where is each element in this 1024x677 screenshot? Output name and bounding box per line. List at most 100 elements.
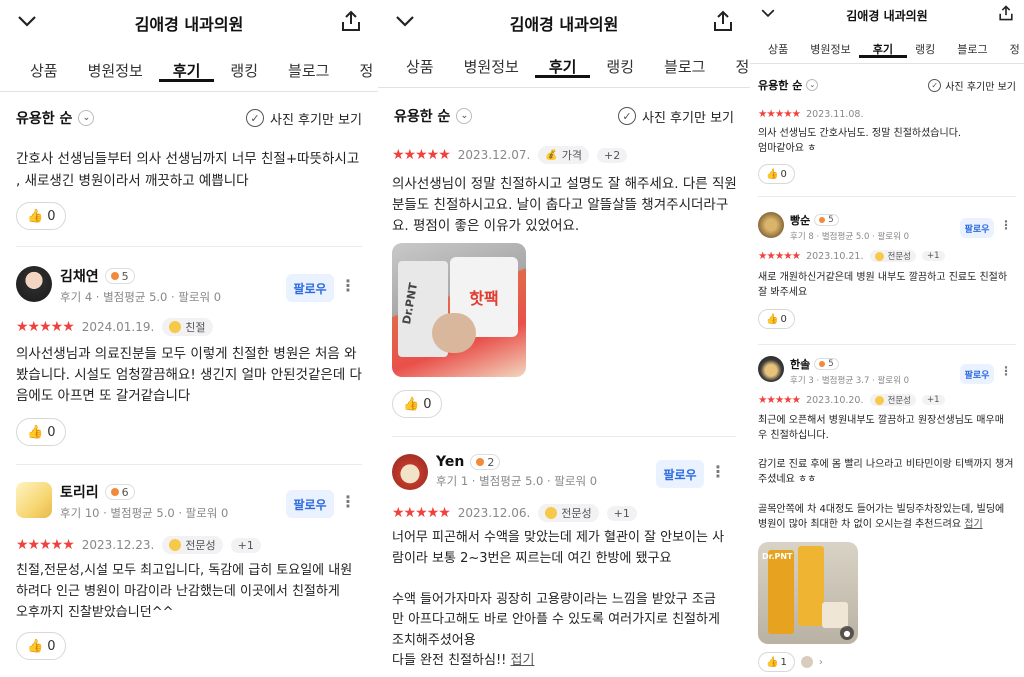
- tab-ranking[interactable]: 랭킹: [606, 56, 634, 77]
- chevron-down-icon: ⌄: [78, 110, 95, 126]
- tab-hospital-info[interactable]: 병원정보: [464, 56, 519, 77]
- tab-blog[interactable]: 블로그: [957, 41, 987, 57]
- check-circle-icon: ✓: [618, 107, 636, 125]
- more-options-icon[interactable]: ⋮: [340, 276, 356, 295]
- divider: [16, 246, 362, 247]
- level-icon: [476, 458, 485, 466]
- reviewer-name: 한솔: [790, 358, 811, 371]
- divider: [16, 464, 362, 465]
- star-rating: ★★★★★: [392, 147, 451, 163]
- chevron-down-icon[interactable]: [16, 10, 38, 36]
- follow-button[interactable]: 팔로우: [286, 274, 334, 302]
- avatar: [16, 266, 52, 302]
- like-button[interactable]: 👍 0: [16, 418, 67, 446]
- review-card: 빵순 5 후기 8 · 별점평균 5.0 · 팔로워 0 팔로우 ⋮ ★★★★★…: [750, 212, 1024, 336]
- review-text: 의사선생님과 의료진분들 모두 이렇게 친절한 병원은 처음 와 봤습니다. 시…: [16, 346, 362, 404]
- sort-bar: 유용한 순 ⌄ ✓ 사진 후기만 보기: [750, 76, 1024, 94]
- level-value: 6: [121, 485, 129, 499]
- review-text: 의사 선생님도 간호사님도. 정말 친절하셨습니다. 엄마같아요 ㅎ: [758, 128, 962, 154]
- keyword-tag: 친절: [162, 318, 213, 336]
- location-pin-icon[interactable]: ●: [840, 626, 854, 640]
- avatar: [758, 356, 784, 382]
- photo-only-label: 사진 후기만 보기: [945, 81, 1016, 93]
- tab-more[interactable]: 정: [359, 60, 373, 81]
- follow-button[interactable]: 팔로우: [286, 490, 334, 518]
- more-options-icon[interactable]: ⋮: [1000, 364, 1012, 378]
- review-date: 2023.12.07.: [457, 148, 531, 162]
- tab-products[interactable]: 상품: [406, 56, 434, 77]
- review-text: 너어무 피곤해서 수액을 맞았는데 제가 혈관이 잘 안보이는 사 람이라 보통…: [392, 528, 742, 672]
- like-button[interactable]: 👍 0: [392, 390, 443, 418]
- share-icon[interactable]: [998, 5, 1014, 25]
- check-circle-icon: ✓: [928, 78, 942, 92]
- tab-hospital-info[interactable]: 병원정보: [810, 41, 850, 57]
- tab-hospital-info[interactable]: 병원정보: [88, 60, 143, 81]
- share-icon[interactable]: [712, 10, 734, 36]
- sort-dropdown[interactable]: 유용한 순 ⌄: [758, 77, 819, 93]
- photo-only-filter[interactable]: ✓ 사진 후기만 보기: [928, 78, 1016, 93]
- more-tags-count: +1: [921, 395, 945, 405]
- like-button[interactable]: 👍 0: [758, 309, 795, 329]
- tab-ranking[interactable]: 랭킹: [915, 41, 935, 57]
- tab-blog[interactable]: 블로그: [288, 60, 329, 81]
- like-count: 0: [423, 396, 432, 412]
- sort-dropdown[interactable]: 유용한 순 ⌄: [16, 108, 95, 128]
- review-photo[interactable]: Dr.PNT 핫팩: [392, 243, 526, 377]
- star-rating: ★★★★★: [758, 394, 801, 406]
- tab-products[interactable]: 상품: [768, 41, 788, 57]
- follow-button[interactable]: 팔로우: [656, 460, 704, 488]
- collapse-link[interactable]: 접기: [511, 653, 535, 668]
- chevron-right-icon[interactable]: ›: [819, 657, 823, 668]
- money-icon: 💰: [545, 149, 558, 161]
- like-count: 0: [47, 208, 56, 224]
- more-options-icon[interactable]: ⋮: [1000, 218, 1012, 232]
- tab-ranking[interactable]: 랭킹: [230, 60, 258, 81]
- photo-brand-text: Dr.PNT: [762, 552, 793, 561]
- like-button[interactable]: 👍 0: [758, 164, 795, 184]
- level-value: 2: [487, 455, 495, 469]
- share-icon[interactable]: [340, 10, 362, 36]
- top-bar: 김애경 내과의원: [378, 8, 750, 38]
- reviewer-name: 김채연: [60, 269, 99, 285]
- level-icon: [819, 361, 826, 367]
- tab-more[interactable]: 정: [735, 56, 749, 77]
- chevron-down-icon[interactable]: [394, 10, 416, 36]
- keyword-label: 전문성: [887, 396, 911, 406]
- tab-reviews[interactable]: 후기: [858, 41, 908, 58]
- tab-products[interactable]: 상품: [30, 60, 58, 81]
- sort-dropdown[interactable]: 유용한 순 ⌄: [394, 106, 473, 126]
- smile-icon: [874, 395, 884, 405]
- tab-reviews[interactable]: 후기: [535, 56, 590, 78]
- panel-2: 김애경 내과의원 상품 병원정보 후기 랭킹 블로그 정 유용한 순 ⌄ ✓ 사…: [378, 0, 750, 677]
- more-options-icon[interactable]: ⋮: [340, 492, 356, 511]
- avatar: [16, 482, 52, 518]
- panel-1: 김애경 내과의원 상품 병원정보 후기 랭킹 블로그 정 유용한 순 ⌄ ✓ 사…: [0, 0, 378, 677]
- review-photo[interactable]: Dr.PNT ●: [758, 542, 858, 644]
- thumbs-up-icon: 👍: [403, 396, 420, 412]
- like-button[interactable]: 👍 0: [16, 632, 67, 660]
- more-options-icon[interactable]: ⋮: [710, 462, 726, 481]
- level-value: 5: [121, 269, 129, 283]
- review-card: ★★★★★ 2023.12.07. 💰 가격 +2 의사선생님이 정말 친절하시고…: [378, 146, 750, 426]
- chevron-down-icon[interactable]: [760, 5, 776, 25]
- tab-reviews[interactable]: 후기: [159, 60, 214, 82]
- photo-only-filter[interactable]: ✓ 사진 후기만 보기: [618, 107, 734, 126]
- like-button[interactable]: 👍 0: [16, 202, 67, 230]
- follow-button[interactable]: 팔로우: [960, 218, 994, 238]
- review-meta: ★★★★★ 2023.10.21. 전문성 +1: [758, 250, 945, 262]
- more-tags-count: +1: [230, 537, 261, 553]
- level-icon: [819, 217, 826, 223]
- screenshot-collage: 김애경 내과의원 상품 병원정보 후기 랭킹 블로그 정 유용한 순 ⌄ ✓ 사…: [0, 0, 1024, 677]
- tab-more[interactable]: 정: [1010, 41, 1020, 57]
- avatar: [392, 454, 428, 490]
- review-text: 최근에 오픈해서 병원내부도 깔끔하고 원장선생님도 매우매 우 친절하십니다.…: [758, 414, 1020, 532]
- collapse-link[interactable]: 접기: [964, 519, 982, 530]
- level-badge: 2: [470, 454, 501, 470]
- reviewer-stats: 후기 3 · 별점평균 3.7 · 팔로워 0: [790, 376, 910, 386]
- tab-blog[interactable]: 블로그: [664, 56, 705, 77]
- level-value: 5: [828, 215, 834, 225]
- follow-button[interactable]: 팔로우: [960, 364, 994, 384]
- smile-icon: [874, 251, 884, 261]
- photo-only-filter[interactable]: ✓ 사진 후기만 보기: [246, 109, 362, 128]
- like-button[interactable]: 👍 1: [758, 652, 795, 672]
